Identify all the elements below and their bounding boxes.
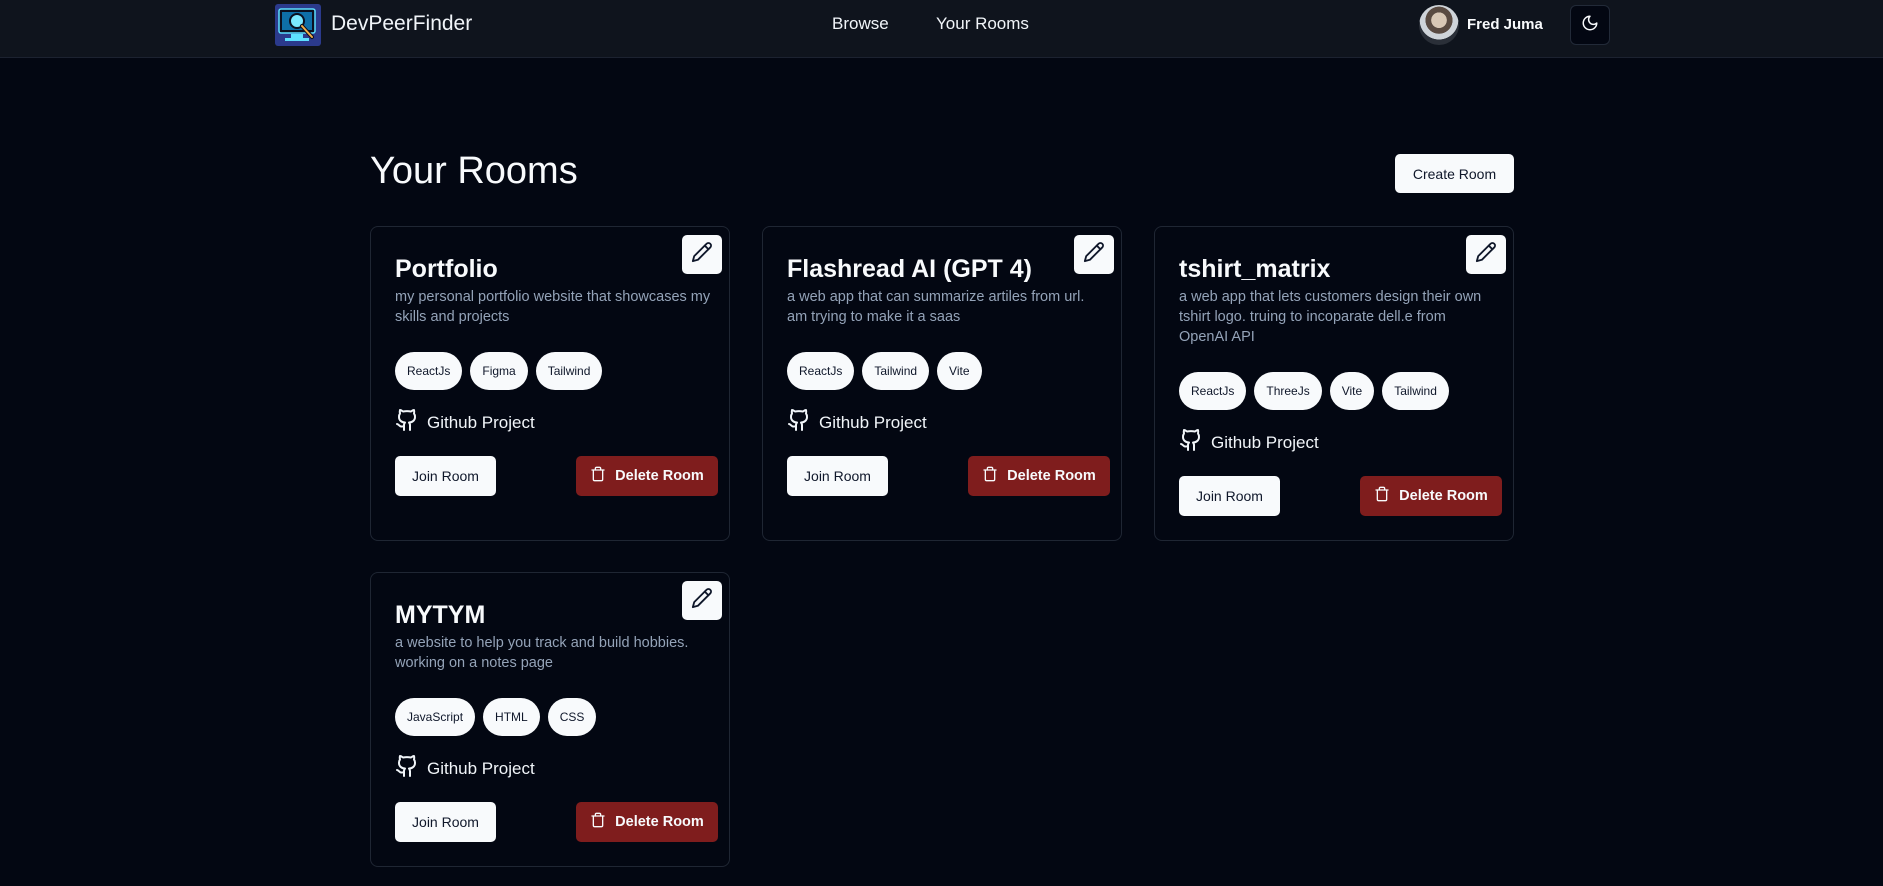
tag-badge[interactable]: Figma (470, 352, 528, 390)
tag-badge[interactable]: Vite (937, 352, 982, 390)
edit-room-button[interactable] (1466, 235, 1506, 274)
pencil-icon (1083, 241, 1105, 268)
join-room-button[interactable]: Join Room (787, 456, 888, 496)
delete-label: Delete Room (615, 814, 704, 830)
github-icon (787, 408, 811, 437)
room-title: Portfolio (395, 255, 498, 283)
room-card: Flashread AI (GPT 4) a web app that can … (762, 226, 1122, 541)
page-title: Your Rooms (370, 150, 578, 192)
tag-list: JavaScript HTML CSS (395, 698, 597, 736)
user-name[interactable]: Fred Juma (1467, 16, 1543, 33)
room-title: tshirt_matrix (1179, 255, 1331, 283)
room-description: my personal portfolio website that showc… (395, 289, 711, 325)
delete-label: Delete Room (1007, 468, 1096, 484)
tag-badge[interactable]: Tailwind (1382, 372, 1449, 410)
github-icon (1179, 428, 1203, 457)
brand-name[interactable]: DevPeerFinder (331, 12, 472, 36)
trash-icon (1374, 486, 1390, 506)
github-label: Github Project (819, 412, 927, 432)
pencil-icon (691, 241, 713, 268)
tag-badge[interactable]: HTML (483, 698, 540, 736)
app-logo[interactable] (275, 4, 321, 46)
github-project-link[interactable]: Github Project (395, 754, 535, 783)
github-label: Github Project (1211, 432, 1319, 452)
nav-browse[interactable]: Browse (832, 14, 889, 34)
delete-label: Delete Room (1399, 488, 1488, 504)
edit-room-button[interactable] (682, 581, 722, 620)
room-description: a web app that can summarize artiles fro… (787, 289, 1085, 325)
room-card: MYTYM a website to help you track and bu… (370, 572, 730, 867)
tag-badge[interactable]: CSS (547, 698, 597, 736)
github-icon (395, 408, 419, 437)
room-title: MYTYM (395, 601, 486, 629)
github-label: Github Project (427, 412, 535, 432)
delete-room-button[interactable]: Delete Room (576, 802, 718, 842)
tag-badge[interactable]: Vite (1329, 372, 1375, 410)
room-card: Portfolio my personal portfolio website … (370, 226, 730, 541)
tag-badge[interactable]: ReactJs (1179, 372, 1247, 410)
tag-badge[interactable]: JavaScript (395, 698, 476, 736)
trash-icon (982, 466, 998, 486)
join-room-button[interactable]: Join Room (395, 802, 496, 842)
join-room-button[interactable]: Join Room (1179, 476, 1280, 516)
github-icon (395, 754, 419, 783)
tag-badge[interactable]: ReactJs (395, 352, 463, 390)
edit-room-button[interactable] (682, 235, 722, 274)
github-project-link[interactable]: Github Project (395, 408, 535, 437)
tag-badge[interactable]: Tailwind (535, 352, 603, 390)
github-project-link[interactable]: Github Project (1179, 428, 1319, 457)
trash-icon (590, 812, 606, 832)
edit-room-button[interactable] (1074, 235, 1114, 274)
nav-your-rooms[interactable]: Your Rooms (936, 14, 1029, 34)
create-room-button[interactable]: Create Room (1395, 154, 1514, 193)
tag-list: ReactJs Tailwind Vite (787, 352, 982, 390)
delete-room-button[interactable]: Delete Room (1360, 476, 1502, 516)
top-navbar: DevPeerFinder Browse Your Rooms Fred Jum… (0, 0, 1883, 58)
trash-icon (590, 466, 606, 486)
tag-badge[interactable]: ReactJs (787, 352, 855, 390)
room-description: a web app that lets customers design the… (1179, 289, 1482, 345)
tag-list: ReactJs ThreeJs Vite Tailwind (1179, 372, 1449, 410)
tag-badge[interactable]: ThreeJs (1254, 372, 1322, 410)
delete-label: Delete Room (615, 468, 704, 484)
pencil-icon (691, 587, 713, 614)
avatar[interactable] (1419, 5, 1459, 45)
github-project-link[interactable]: Github Project (787, 408, 927, 437)
room-title: Flashread AI (GPT 4) (787, 255, 1032, 283)
theme-toggle-button[interactable] (1570, 5, 1610, 45)
tag-badge[interactable]: Tailwind (862, 352, 930, 390)
github-label: Github Project (427, 758, 535, 778)
pencil-icon (1475, 241, 1497, 268)
delete-room-button[interactable]: Delete Room (576, 456, 718, 496)
delete-room-button[interactable]: Delete Room (968, 456, 1110, 496)
room-card: tshirt_matrix a web app that lets custom… (1154, 226, 1514, 541)
moon-icon (1581, 14, 1599, 37)
room-description: a website to help you track and build ho… (395, 635, 689, 671)
join-room-button[interactable]: Join Room (395, 456, 496, 496)
tag-list: ReactJs Figma Tailwind (395, 352, 603, 390)
